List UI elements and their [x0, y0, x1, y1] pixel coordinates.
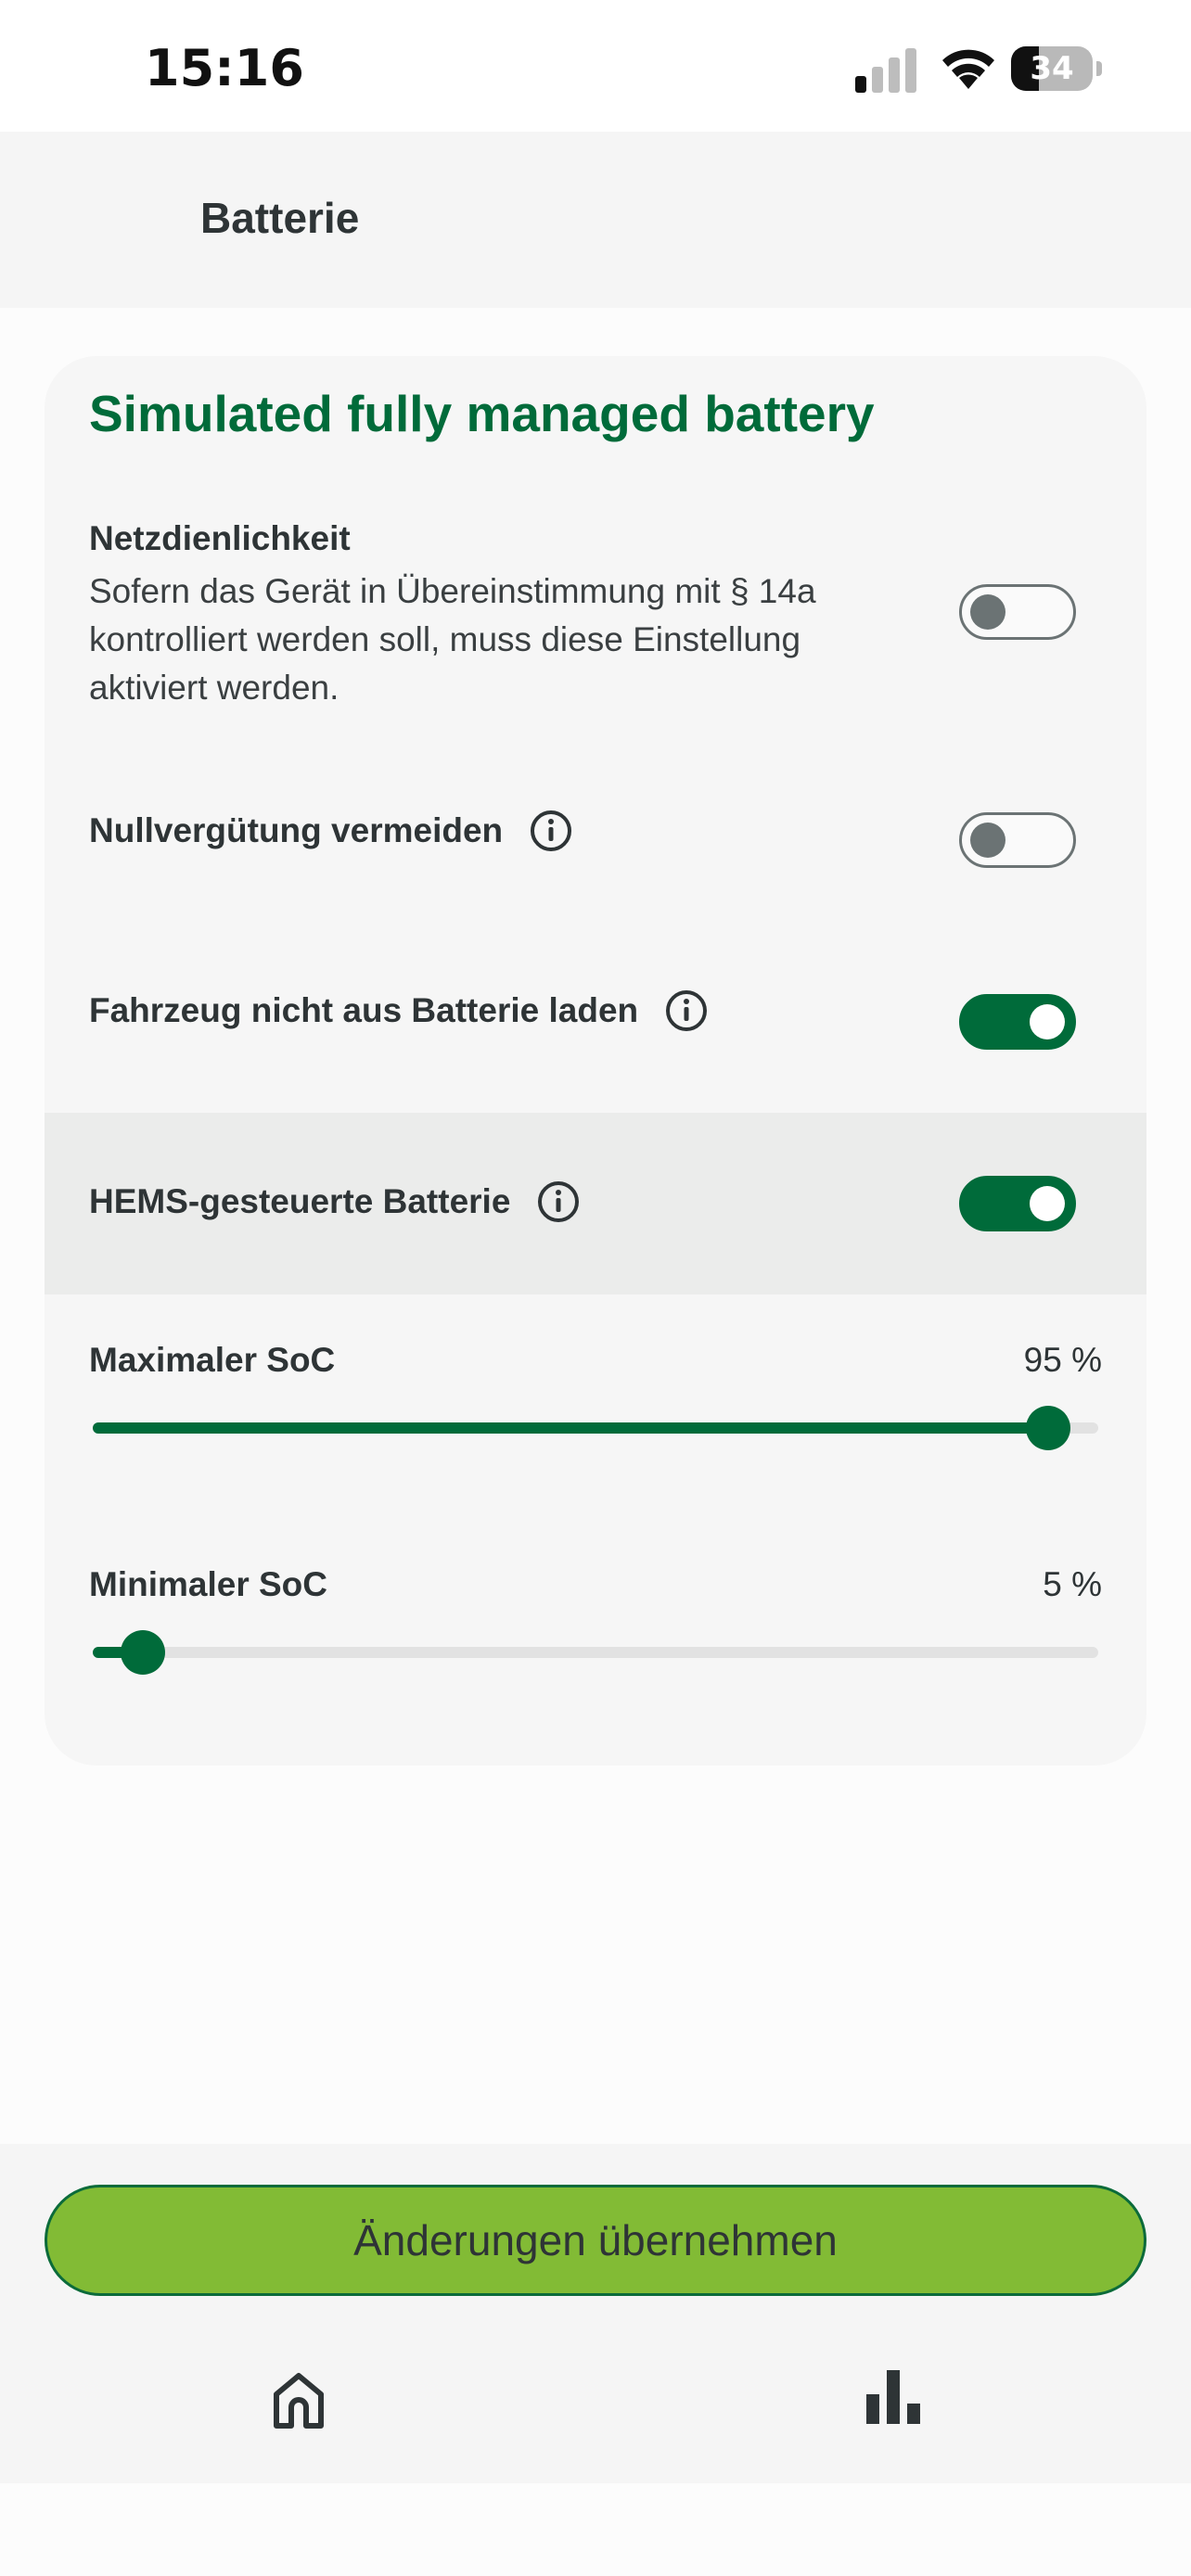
setting-netzdienlichkeit-title: Netzdienlichkeit: [89, 519, 351, 557]
battery-icon: 34: [1011, 46, 1104, 95]
card-title: Simulated fully managed battery: [89, 385, 875, 442]
info-icon[interactable]: [529, 809, 573, 853]
setting-hems-row: HEMS-gesteuerte Batterie: [45, 1113, 1146, 1294]
setting-hems-label: HEMS-gesteuerte Batterie: [89, 1180, 581, 1224]
battery-level: 34: [1030, 50, 1074, 87]
slider-max-soc-thumb[interactable]: [1025, 1406, 1070, 1450]
slider-max-soc-fill: [93, 1422, 1048, 1434]
setting-nullverguetung-title: Nullvergütung vermeiden: [89, 811, 504, 849]
status-time: 15:16: [145, 39, 304, 97]
slider-max-soc-value: 95 %: [1023, 1341, 1102, 1379]
slider-min-soc-thumb[interactable]: [121, 1630, 166, 1675]
setting-nullverguetung-row: Nullvergütung vermeiden: [89, 809, 573, 853]
setting-hems-title: HEMS-gesteuerte Batterie: [89, 1182, 511, 1220]
wifi-icon: [942, 49, 994, 89]
home-icon[interactable]: [271, 2370, 327, 2429]
apply-changes-button[interactable]: Änderungen übernehmen: [45, 2185, 1146, 2296]
toggle-netzdienlichkeit[interactable]: [959, 584, 1076, 640]
slider-min-soc-label: Minimaler SoC: [89, 1565, 327, 1603]
setting-fahrzeug-title: Fahrzeug nicht aus Batterie laden: [89, 991, 639, 1029]
page-header: Batterie: [0, 132, 1191, 308]
toggle-hems[interactable]: [959, 1176, 1076, 1231]
bar-chart-icon[interactable]: [866, 2370, 920, 2424]
toggle-nullverguetung[interactable]: [959, 812, 1076, 868]
setting-fahrzeug-row: Fahrzeug nicht aus Batterie laden: [89, 988, 709, 1033]
signal-icon: [855, 48, 916, 93]
info-icon[interactable]: [664, 988, 709, 1033]
battery-settings-card: Simulated fully managed battery Netzdien…: [45, 356, 1146, 1766]
status-bar: 15:16 34: [0, 0, 1191, 132]
bottom-bar: Änderungen übernehmen: [0, 2144, 1191, 2483]
slider-min-soc[interactable]: [93, 1630, 1098, 1675]
info-icon[interactable]: [536, 1180, 581, 1224]
slider-min-soc-value: 5 %: [1043, 1565, 1102, 1603]
page-title: Batterie: [200, 194, 360, 242]
slider-max-soc[interactable]: [93, 1406, 1098, 1450]
setting-netzdienlichkeit-description: Sofern das Gerät in Übereinstimmung mit …: [89, 572, 816, 707]
slider-max-soc-label: Maximaler SoC: [89, 1341, 336, 1379]
toggle-fahrzeug[interactable]: [959, 994, 1076, 1050]
